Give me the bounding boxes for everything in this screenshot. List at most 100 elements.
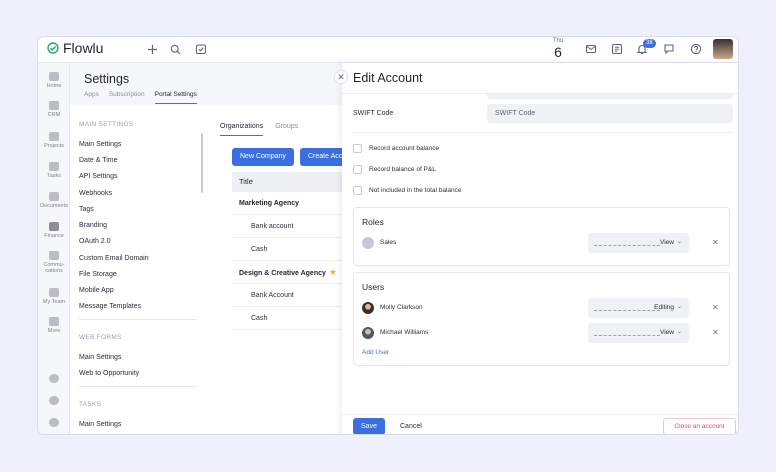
rail-item-more[interactable]: More xyxy=(38,317,70,334)
role-row: Sales View ⌄ ✕ xyxy=(362,233,722,253)
table-row[interactable]: Marketing Agency xyxy=(232,192,352,215)
checkbox-label: Not included in the total balance xyxy=(369,187,462,194)
menu-scrollbar[interactable] xyxy=(201,133,203,193)
task-check-icon[interactable] xyxy=(193,41,209,57)
role-permission-select[interactable]: View ⌄ xyxy=(588,233,689,253)
puzzle-icon xyxy=(49,374,59,383)
menu-item[interactable]: Main Settings xyxy=(79,141,121,148)
menu-item[interactable]: API Settings xyxy=(79,173,118,180)
rail-item-home[interactable]: Home xyxy=(38,72,70,89)
checkbox[interactable] xyxy=(353,165,362,174)
organizations-table: Title Marketing Agency Bank account Cash… xyxy=(232,172,352,330)
rail-extra-icon-3[interactable] xyxy=(38,418,70,427)
checkbox-record-account-balance[interactable]: Record account balance xyxy=(353,144,439,153)
select-dashed-line xyxy=(594,335,660,336)
settings-header: Settings Apps Subscription Portal Settin… xyxy=(70,63,350,105)
menu-item[interactable]: Date & Time xyxy=(79,157,118,164)
users-card: Users Molly Clarkson Editing ⌄ ✕ Michael… xyxy=(353,272,730,366)
table-row[interactable]: Bank account xyxy=(232,215,352,238)
user-permission-select[interactable]: Editing ⌄ xyxy=(588,298,689,318)
rail-label: Finance xyxy=(44,233,64,239)
table-row[interactable]: Design & Creative Agency ★ xyxy=(232,261,352,284)
checkbox-record-balance-pl[interactable]: Record balance of P&L xyxy=(353,165,436,174)
permission-value: View xyxy=(660,329,674,336)
add-user-link[interactable]: Add User xyxy=(362,349,389,356)
tab-organizations[interactable]: Organizations xyxy=(220,123,264,136)
menu-item[interactable]: Main Settings xyxy=(79,354,121,361)
cancel-button[interactable]: Cancel xyxy=(400,418,422,434)
save-button[interactable]: Save xyxy=(353,418,385,434)
table-row[interactable]: Cash xyxy=(232,238,352,261)
note-icon[interactable] xyxy=(609,41,625,57)
date-widget[interactable]: Thu 6 xyxy=(550,37,566,59)
user-avatar[interactable] xyxy=(713,39,733,59)
menu-item[interactable]: Message Templates xyxy=(79,303,141,310)
rail-item-communications[interactable]: Commu- cations xyxy=(38,251,70,274)
help-icon[interactable] xyxy=(688,41,704,57)
close-account-button[interactable]: Close an account xyxy=(663,418,736,434)
app-window: Flowlu Thu 6 38 Home CRM Projects Tasks … xyxy=(37,36,739,435)
tab-groups[interactable]: Groups xyxy=(275,123,298,136)
checkbox[interactable] xyxy=(353,144,362,153)
menu-item[interactable]: Branding xyxy=(79,222,107,229)
plus-icon[interactable] xyxy=(144,41,160,57)
more-icon xyxy=(49,317,59,326)
swift-code-input[interactable]: SWIFT Code xyxy=(487,104,733,123)
rail-extra-icon-2[interactable] xyxy=(38,396,70,405)
new-company-button[interactable]: New Company xyxy=(232,148,294,166)
menu-item[interactable]: Custom Email Domain xyxy=(79,255,149,262)
section-divider xyxy=(353,132,733,133)
rail-label: My Team xyxy=(42,299,66,305)
rail-label: Tasks xyxy=(46,173,62,179)
team-icon xyxy=(49,288,59,297)
remove-icon[interactable]: ✕ xyxy=(712,328,719,337)
rail-item-my-team[interactable]: My Team xyxy=(38,288,70,305)
menu-item[interactable]: Tags xyxy=(79,206,94,213)
menu-divider xyxy=(79,319,197,320)
close-icon[interactable]: ✕ xyxy=(334,70,348,84)
tab-portal-settings[interactable]: Portal Settings xyxy=(154,91,197,104)
logo[interactable]: Flowlu xyxy=(47,40,103,56)
checkbox-not-included-total[interactable]: Not included in the total balance xyxy=(353,186,462,195)
star-icon[interactable]: ★ xyxy=(329,267,337,277)
checkbox-label: Record balance of P&L xyxy=(369,166,436,173)
row-text: Cash xyxy=(251,315,268,322)
tab-apps[interactable]: Apps xyxy=(84,91,99,104)
rail-label: Projects xyxy=(44,143,64,149)
rail-item-finance[interactable]: Finance xyxy=(38,222,70,239)
mail-icon[interactable] xyxy=(583,41,599,57)
rail-item-documents[interactable]: Documents xyxy=(38,192,70,209)
rail-item-tasks[interactable]: Tasks xyxy=(38,162,70,179)
search-icon[interactable] xyxy=(167,41,183,57)
user-row: Michael Williams View ⌄ ✕ xyxy=(362,323,722,343)
row-text: Bank Account xyxy=(251,292,294,299)
rail-extra-icon-1[interactable] xyxy=(38,374,70,383)
rail-label: CRM xyxy=(47,112,61,118)
support-icon xyxy=(49,418,59,427)
role-name: Sales xyxy=(380,239,397,246)
roles-title: Roles xyxy=(362,217,384,227)
date-number: 6 xyxy=(554,44,562,60)
gear-icon xyxy=(49,396,59,405)
menu-item[interactable]: Main Settings xyxy=(79,421,121,428)
tasks-icon xyxy=(49,162,59,171)
previous-field-input[interactable] xyxy=(487,94,733,99)
menu-item[interactable]: Webhooks xyxy=(79,190,112,197)
table-row[interactable]: Cash xyxy=(232,307,352,330)
tab-subscription[interactable]: Subscription xyxy=(109,91,145,104)
remove-icon[interactable]: ✕ xyxy=(712,238,719,247)
rail-item-projects[interactable]: Projects xyxy=(38,132,70,149)
menu-item[interactable]: Web to Opportunity xyxy=(79,370,139,377)
table-row[interactable]: Bank Account xyxy=(232,284,352,307)
user-permission-select[interactable]: View ⌄ xyxy=(588,323,689,343)
modal-title: Edit Account xyxy=(353,71,423,85)
menu-item[interactable]: OAuth 2.0 xyxy=(79,238,111,245)
chat-icon[interactable] xyxy=(661,41,677,57)
rail-item-crm[interactable]: CRM xyxy=(38,101,70,118)
row-text: Cash xyxy=(251,246,268,253)
checkbox[interactable] xyxy=(353,186,362,195)
menu-item[interactable]: Mobile App xyxy=(79,287,114,294)
left-navigation-rail: Home CRM Projects Tasks Documents Financ… xyxy=(38,63,70,434)
menu-item[interactable]: File Storage xyxy=(79,271,117,278)
remove-icon[interactable]: ✕ xyxy=(712,303,719,312)
